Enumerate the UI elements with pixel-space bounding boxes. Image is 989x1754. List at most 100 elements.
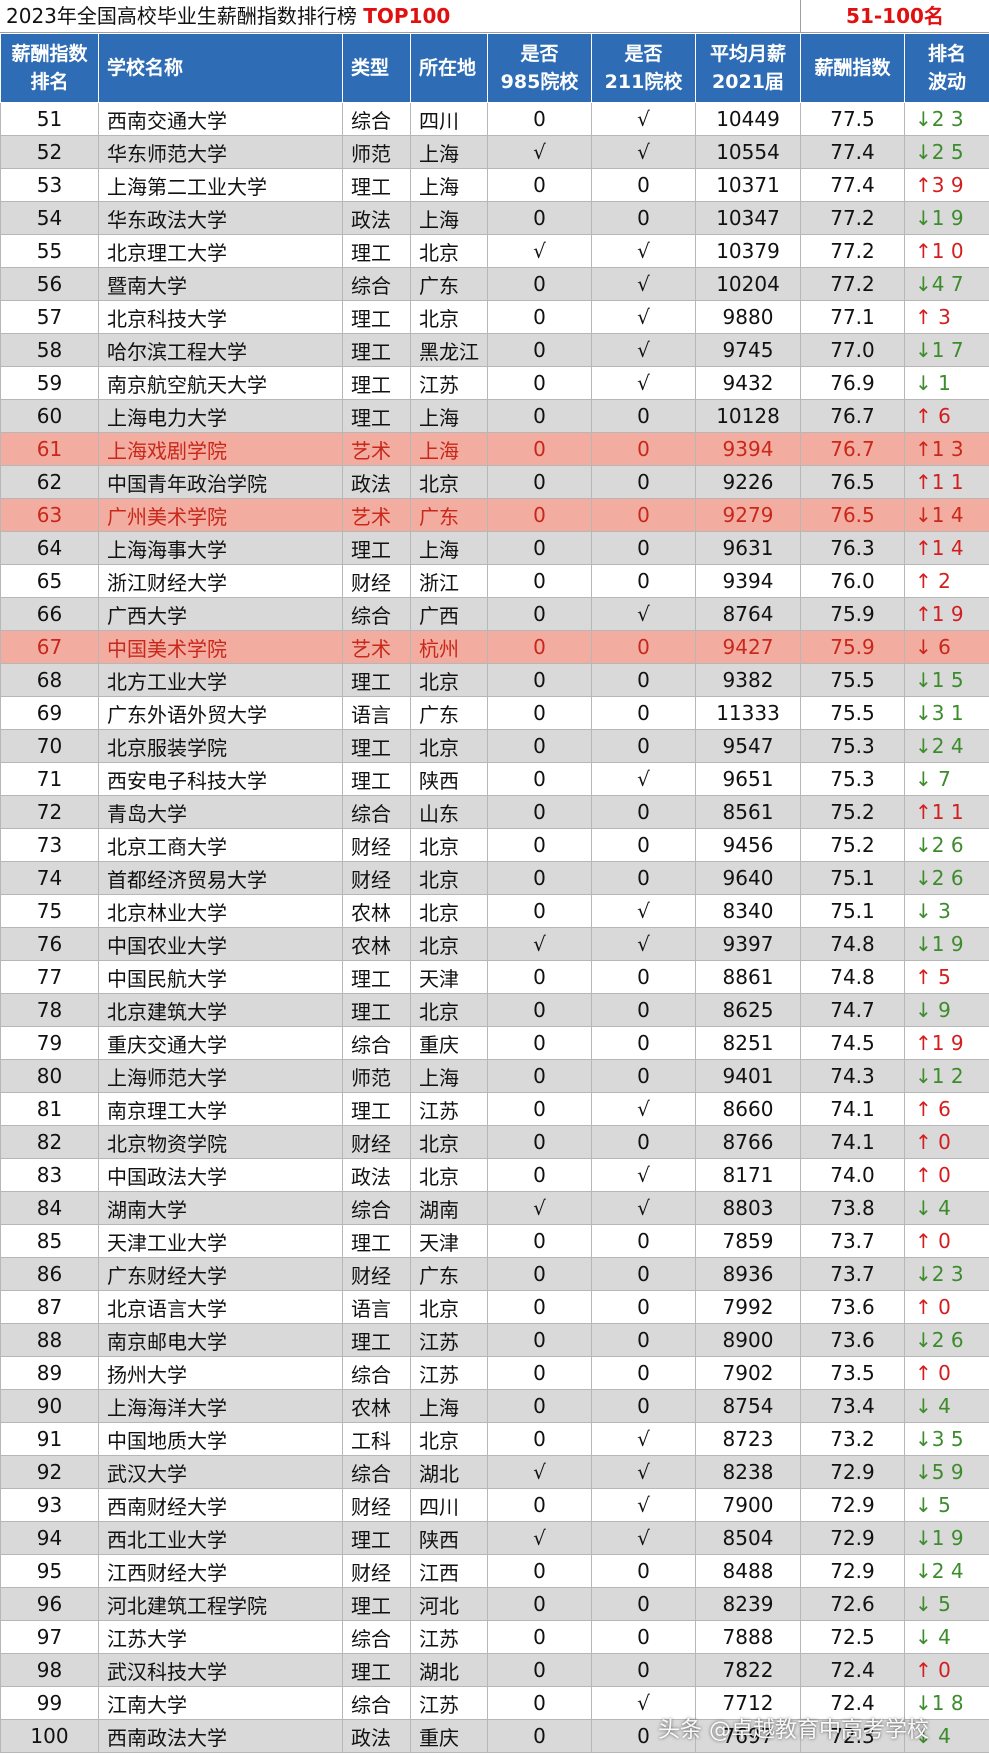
table-row: 85 天津工业大学 理工 天津 0 0 7859 73.7 ↑ 0 <box>0 1224 989 1258</box>
is-211-cell: 0 <box>591 1224 696 1258</box>
col-header-location: 所在地 <box>410 33 488 103</box>
trend-cell: ↑1 0 <box>904 234 989 268</box>
location-cell: 江苏 <box>410 1620 488 1654</box>
is-211-cell: 0 <box>591 432 696 466</box>
is-985-cell: 0 <box>487 1257 592 1291</box>
salary-cell: 8239 <box>695 1587 801 1621</box>
salary-cell: 7822 <box>695 1653 801 1687</box>
table-row: 61 上海戏剧学院 艺术 上海 0 0 9394 76.7 ↑1 3 <box>0 432 989 466</box>
trend-cell: ↓ 7 <box>904 762 989 796</box>
location-cell: 天津 <box>410 1224 488 1258</box>
school-name-cell: 广州美术学院 <box>98 498 343 532</box>
school-name-cell: 湖南大学 <box>98 1191 343 1225</box>
table-row: 58 哈尔滨工程大学 理工 黑龙江 0 √ 9745 77.0 ↓1 7 <box>0 333 989 367</box>
type-cell: 理工 <box>342 1092 411 1126</box>
is-211-cell: 0 <box>591 1356 696 1390</box>
is-211-cell: √ <box>591 1092 696 1126</box>
col-header-rank: 薪酬指数 排名 <box>0 33 99 103</box>
rank-cell: 52 <box>0 135 99 169</box>
index-cell: 74.8 <box>800 927 905 961</box>
table-row: 69 广东外语外贸大学 语言 广东 0 0 11333 75.5 ↓3 1 <box>0 696 989 730</box>
is-211-cell: √ <box>591 894 696 928</box>
type-cell: 政法 <box>342 1158 411 1192</box>
salary-cell: 10204 <box>695 267 801 301</box>
salary-cell: 8504 <box>695 1521 801 1555</box>
header-row: 薪酬指数 排名 学校名称 类型 所在地 是否 985院校 是否 211院校 平均… <box>0 33 989 103</box>
location-cell: 上海 <box>410 531 488 565</box>
school-name-cell: 哈尔滨工程大学 <box>98 333 343 367</box>
location-cell: 上海 <box>410 1389 488 1423</box>
location-cell: 山东 <box>410 795 488 829</box>
salary-cell: 9432 <box>695 366 801 400</box>
school-name-cell: 暨南大学 <box>98 267 343 301</box>
trend-cell: ↓ 5 <box>904 1587 989 1621</box>
is-211-cell: 0 <box>591 399 696 433</box>
type-cell: 政法 <box>342 465 411 499</box>
location-cell: 杭州 <box>410 630 488 664</box>
school-name-cell: 中国政法大学 <box>98 1158 343 1192</box>
is-211-cell: √ <box>591 1422 696 1456</box>
school-name-cell: 西南财经大学 <box>98 1488 343 1522</box>
location-cell: 北京 <box>410 663 488 697</box>
table-row: 64 上海海事大学 理工 上海 0 0 9631 76.3 ↑1 4 <box>0 531 989 565</box>
location-cell: 北京 <box>410 465 488 499</box>
rank-cell: 86 <box>0 1257 99 1291</box>
school-name-cell: 扬州大学 <box>98 1356 343 1390</box>
type-cell: 工科 <box>342 1422 411 1456</box>
table-row: 86 广东财经大学 财经 广东 0 0 8936 73.7 ↓2 3 <box>0 1257 989 1291</box>
is-985-cell: 0 <box>487 366 592 400</box>
school-name-cell: 西南政法大学 <box>98 1719 343 1753</box>
rank-cell: 81 <box>0 1092 99 1126</box>
rank-cell: 55 <box>0 234 99 268</box>
index-cell: 77.2 <box>800 201 905 235</box>
trend-cell: ↓ 5 <box>904 1488 989 1522</box>
trend-cell: ↓2 4 <box>904 729 989 763</box>
trend-cell: ↑ 0 <box>904 1653 989 1687</box>
salary-cell: 11333 <box>695 696 801 730</box>
is-211-cell: √ <box>591 927 696 961</box>
location-cell: 河北 <box>410 1587 488 1621</box>
type-cell: 财经 <box>342 1257 411 1291</box>
is-985-cell: √ <box>487 1191 592 1225</box>
school-name-cell: 西北工业大学 <box>98 1521 343 1555</box>
is-985-cell: 0 <box>487 1224 592 1258</box>
school-name-cell: 上海第二工业大学 <box>98 168 343 202</box>
salary-cell: 9394 <box>695 432 801 466</box>
location-cell: 北京 <box>410 927 488 961</box>
is-211-cell: √ <box>591 300 696 334</box>
salary-cell: 9394 <box>695 564 801 598</box>
index-cell: 72.9 <box>800 1488 905 1522</box>
school-name-cell: 上海戏剧学院 <box>98 432 343 466</box>
is-211-cell: √ <box>591 1488 696 1522</box>
index-cell: 75.1 <box>800 861 905 895</box>
trend-cell: ↑ 0 <box>904 1158 989 1192</box>
table-row: 57 北京科技大学 理工 北京 0 √ 9880 77.1 ↑ 3 <box>0 300 989 334</box>
ranking-table: 薪酬指数 排名 学校名称 类型 所在地 是否 985院校 是否 211院校 平均… <box>0 33 989 1753</box>
trend-cell: ↑1 9 <box>904 1026 989 1060</box>
trend-cell: ↓ 4 <box>904 1620 989 1654</box>
table-row: 56 暨南大学 综合 广东 0 √ 10204 77.2 ↓4 7 <box>0 267 989 301</box>
trend-cell: ↓1 2 <box>904 1059 989 1093</box>
is-985-cell: 0 <box>487 1389 592 1423</box>
rank-cell: 94 <box>0 1521 99 1555</box>
location-cell: 湖北 <box>410 1455 488 1489</box>
location-cell: 黑龙江 <box>410 333 488 367</box>
index-cell: 76.0 <box>800 564 905 598</box>
is-211-cell: 0 <box>591 531 696 565</box>
table-row: 90 上海海洋大学 农林 上海 0 0 8754 73.4 ↓ 4 <box>0 1389 989 1423</box>
rank-cell: 66 <box>0 597 99 631</box>
rank-cell: 90 <box>0 1389 99 1423</box>
trend-cell: ↓1 7 <box>904 333 989 367</box>
is-985-cell: √ <box>487 927 592 961</box>
is-211-cell: √ <box>591 1158 696 1192</box>
trend-cell: ↑ 0 <box>904 1125 989 1159</box>
index-cell: 73.6 <box>800 1323 905 1357</box>
location-cell: 北京 <box>410 300 488 334</box>
index-cell: 75.2 <box>800 828 905 862</box>
type-cell: 政法 <box>342 201 411 235</box>
is-211-cell: 0 <box>591 1125 696 1159</box>
salary-cell: 9745 <box>695 333 801 367</box>
rank-cell: 78 <box>0 993 99 1027</box>
table-row: 96 河北建筑工程学院 理工 河北 0 0 8239 72.6 ↓ 5 <box>0 1587 989 1621</box>
school-name-cell: 武汉科技大学 <box>98 1653 343 1687</box>
